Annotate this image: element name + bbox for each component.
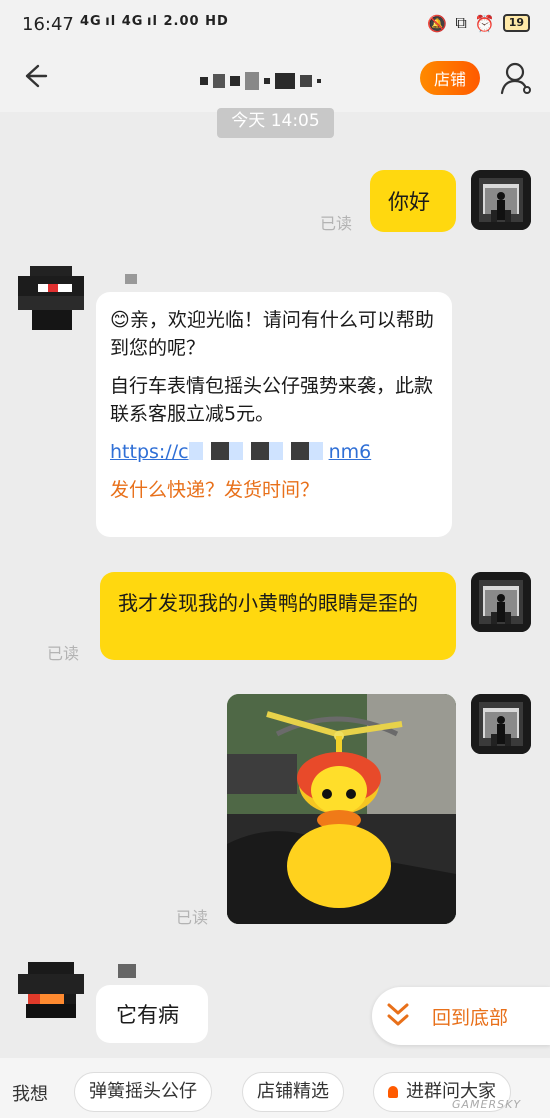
- shop-name-redacted: [118, 964, 136, 978]
- outgoing-message[interactable]: 你好: [370, 170, 456, 232]
- status-icons: 🔕 ⧉ ⏰ 19: [427, 13, 530, 33]
- double-chevron-down-icon: [387, 1003, 409, 1026]
- network-indicator: 4G ıl 4G ıl 2.00 HD: [80, 14, 229, 29]
- battery-icon: 19: [502, 14, 530, 32]
- promo-link[interactable]: https://c nm6: [110, 438, 438, 466]
- read-receipt: 已读: [47, 644, 80, 663]
- my-avatar[interactable]: [471, 170, 531, 230]
- incoming-message[interactable]: 它有病: [96, 985, 208, 1043]
- customer-profile-icon[interactable]: [498, 60, 534, 96]
- back-arrow-icon[interactable]: [20, 62, 48, 96]
- smiley-emoji-icon: 😊: [110, 309, 130, 331]
- sent-photo-yellow-duck[interactable]: [227, 694, 456, 924]
- promo-text: 自行车表情包摇头公仔强势来袭，此款联系客服立减5元。: [110, 375, 434, 425]
- watermark: GAMERSKY: [452, 1098, 522, 1111]
- cast-icon: ⧉: [455, 13, 467, 32]
- quick-chip-spring-toy[interactable]: 弹簧摇头公仔: [74, 1072, 212, 1112]
- outgoing-message[interactable]: 我才发现我的小黄鸭的眼睛是歪的: [100, 572, 456, 660]
- quick-question-link[interactable]: 发什么快递？发货时间？: [110, 476, 438, 504]
- mute-icon: 🔕: [427, 13, 448, 33]
- quick-chip-shop-picks[interactable]: 店铺精选: [242, 1072, 344, 1112]
- shop-avatar[interactable]: [18, 266, 84, 332]
- scroll-to-bottom-label: 回到底部: [432, 1007, 509, 1029]
- message-timestamp: 今天 14:05: [217, 108, 334, 138]
- my-avatar[interactable]: [471, 572, 531, 632]
- quick-bar-label: 我想: [12, 1084, 48, 1105]
- shop-name-redacted: [125, 274, 137, 284]
- chat-header: 店铺: [0, 50, 550, 112]
- my-avatar[interactable]: [471, 694, 531, 754]
- read-receipt: 已读: [320, 214, 353, 233]
- chat-title-redacted: [200, 70, 355, 92]
- status-bar: 16:47 4G ıl 4G ıl 2.00 HD 🔕 ⧉ ⏰ 19: [0, 0, 550, 50]
- scroll-to-bottom-button[interactable]: 回到底部: [372, 987, 550, 1045]
- shop-button[interactable]: 店铺: [420, 61, 480, 95]
- welcome-text: 😊亲，欢迎光临！请问有什么可以帮助到您的呢？: [110, 309, 434, 359]
- alarm-icon: ⏰: [474, 13, 495, 33]
- clock: 16:47: [22, 14, 74, 35]
- incoming-message[interactable]: 😊亲，欢迎光临！请问有什么可以帮助到您的呢？ 自行车表情包摇头公仔强势来袭，此款…: [96, 292, 452, 537]
- read-receipt: 已读: [176, 908, 209, 927]
- group-icon: [388, 1086, 398, 1098]
- shop-avatar[interactable]: [18, 962, 84, 1028]
